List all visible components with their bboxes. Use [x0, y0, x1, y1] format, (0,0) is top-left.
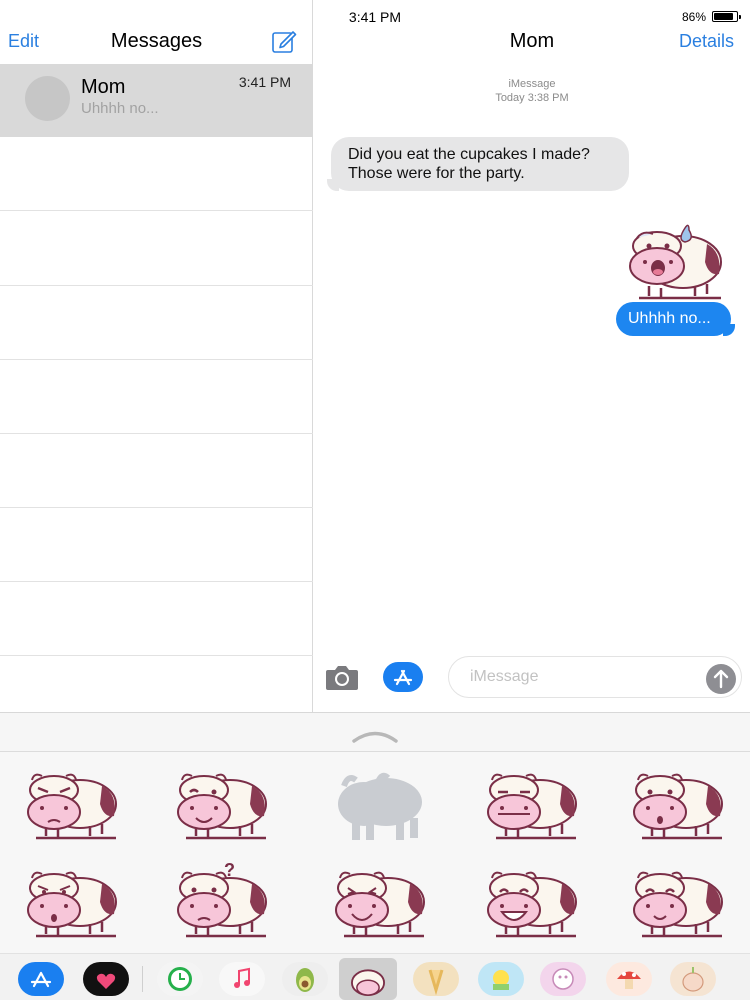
- incoming-message-bubble[interactable]: Did you eat the cupcakes I made? Those w…: [327, 137, 629, 191]
- sticker-cow-happy[interactable]: [628, 862, 728, 942]
- app-tray: [0, 953, 750, 1000]
- sticker-drawer: ?: [0, 712, 750, 1000]
- pink-sticker-icon[interactable]: [540, 962, 586, 996]
- list-divider: [0, 210, 313, 211]
- music-icon[interactable]: [219, 962, 265, 996]
- conversation-row-mom[interactable]: Mom Uhhhh no... 3:41 PM: [0, 64, 313, 137]
- battery-icon: [712, 11, 741, 22]
- avocado-icon[interactable]: [282, 962, 328, 996]
- expand-drawer-icon[interactable]: [350, 728, 400, 744]
- list-divider: [0, 359, 313, 360]
- details-button[interactable]: Details: [679, 31, 734, 52]
- message-text: Did you eat the cupcakes I made?: [348, 146, 590, 163]
- conversation-preview: Uhhhh no...: [81, 100, 159, 117]
- sent-cow-sticker[interactable]: [625, 222, 725, 304]
- sticker-cow-angry[interactable]: [22, 764, 122, 844]
- cow-sticker-icon[interactable]: [339, 958, 397, 1000]
- message-text: Those were for the party.: [348, 165, 525, 182]
- avatar: [25, 76, 70, 121]
- list-divider: [0, 655, 313, 656]
- thread-meta: iMessage Today 3:38 PM: [314, 77, 750, 105]
- yellow-sticker-icon[interactable]: [478, 962, 524, 996]
- sticker-cow-worried[interactable]: [22, 862, 122, 942]
- message-text: Uhhhh no...: [628, 310, 711, 327]
- app-store-icon[interactable]: [18, 962, 64, 996]
- list-divider: [0, 433, 313, 434]
- sticker-grid: ?: [0, 751, 750, 955]
- conversation-list-header: Edit Messages: [0, 24, 313, 64]
- messages-app: 3:41 PM 86% Edit Messages Mom Uhhhh no..…: [0, 0, 750, 1000]
- sticker-cow-confused-question[interactable]: ?: [172, 860, 272, 942]
- tan-sticker-icon[interactable]: [413, 962, 459, 996]
- svg-text:?: ?: [224, 862, 235, 880]
- app-store-icon: [393, 669, 413, 686]
- thread-timestamp: Today 3:38 PM: [495, 92, 569, 104]
- sticker-cow-neutral[interactable]: [482, 764, 582, 844]
- sticker-cow-smile-wink[interactable]: [172, 764, 272, 844]
- send-button[interactable]: [706, 664, 736, 694]
- sticker-cow-surprised[interactable]: [628, 764, 728, 844]
- compose-icon[interactable]: [271, 28, 297, 54]
- heart-sticker-icon[interactable]: [83, 962, 129, 996]
- tray-divider: [142, 966, 143, 992]
- service-label: iMessage: [508, 78, 556, 90]
- clock-icon[interactable]: [157, 962, 203, 996]
- onion-icon[interactable]: [670, 962, 716, 996]
- message-input[interactable]: [448, 656, 742, 698]
- sticker-cow-big-smile[interactable]: [482, 862, 582, 942]
- list-divider: [0, 507, 313, 508]
- thread-header: Mom Details: [314, 24, 750, 64]
- sticker-cow-placeholder-silhouette[interactable]: [330, 764, 430, 844]
- mushroom-icon[interactable]: [606, 962, 652, 996]
- sticker-cow-happy-squint[interactable]: [330, 862, 430, 942]
- page-title: Messages: [110, 30, 203, 52]
- conversation-time: 3:41 PM: [238, 74, 291, 90]
- arrow-up-icon: [713, 669, 729, 689]
- outgoing-message-bubble[interactable]: Uhhhh no...: [616, 302, 735, 336]
- battery-percent: 86%: [681, 10, 706, 24]
- app-store-button[interactable]: [383, 662, 423, 692]
- conversation-list-pane: Edit Messages Mom Uhhhh no... 3:41 PM: [0, 0, 313, 712]
- camera-icon[interactable]: [325, 663, 359, 691]
- list-divider: [0, 285, 313, 286]
- conversation-name: Mom: [81, 76, 126, 98]
- list-divider: [0, 581, 313, 582]
